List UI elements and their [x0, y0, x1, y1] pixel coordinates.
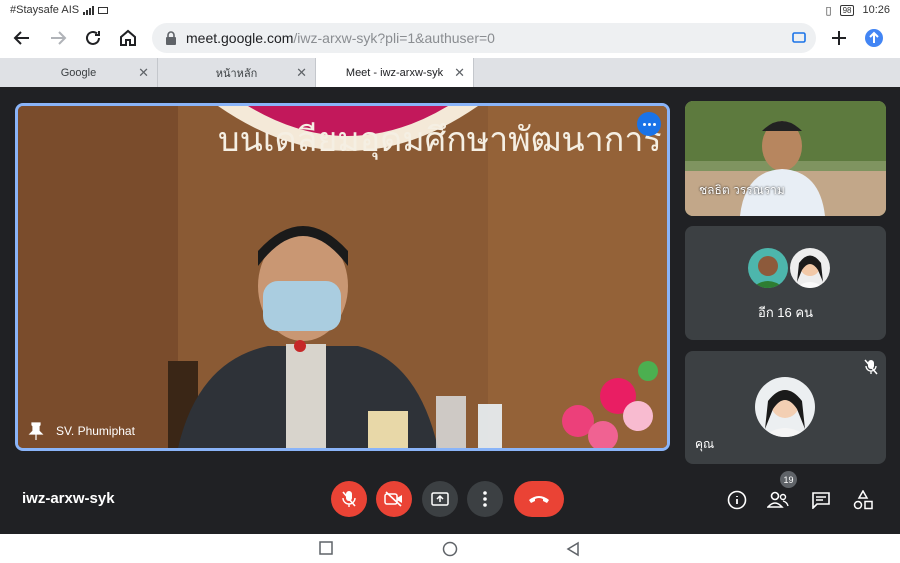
chat-button[interactable]	[810, 489, 832, 511]
forward-button[interactable]	[42, 22, 74, 54]
self-name: คุณ	[695, 437, 715, 451]
meeting-code: iwz-arxw-syk	[22, 490, 115, 507]
lock-icon	[166, 31, 176, 45]
self-tile[interactable]: คุณ	[685, 351, 886, 464]
new-tab-button[interactable]	[823, 22, 855, 54]
back-arrow-icon	[13, 31, 29, 45]
leave-call-button[interactable]	[514, 481, 564, 517]
status-bar: #Staysafe AIS ▯ 98 10:26	[0, 0, 900, 20]
vibrate-icon: ▯	[825, 4, 832, 17]
more-options-button[interactable]	[637, 112, 661, 136]
control-bar: iwz-arxw-syk 19	[0, 471, 900, 522]
mic-toggle-button[interactable]	[331, 481, 367, 517]
self-avatar	[755, 377, 815, 437]
hang-up-icon	[529, 496, 549, 503]
plus-icon	[832, 31, 846, 45]
avatar	[790, 248, 830, 288]
tab-meet[interactable]: Meet - iwz-arxw-syk ✕	[316, 58, 474, 87]
mic-off-icon	[342, 491, 356, 507]
tab-label: Meet - iwz-arxw-syk	[345, 66, 444, 79]
cast-icon[interactable]	[792, 31, 806, 45]
mic-off-icon	[864, 359, 878, 375]
chat-icon	[812, 492, 830, 509]
participant-name: ชลธิต วรรณราม	[699, 183, 785, 197]
activities-button[interactable]	[852, 489, 874, 511]
participants-button[interactable]	[767, 489, 789, 511]
info-icon	[727, 490, 747, 510]
home-button[interactable]	[112, 22, 144, 54]
more-vert-icon	[483, 491, 487, 507]
camera-off-icon	[384, 491, 402, 507]
banner-text: บนเดลียมอุดมศึกษาพัฒนาการ อุด	[218, 120, 667, 160]
update-button[interactable]	[858, 22, 890, 54]
main-video[interactable]: บนเดลียมอุดมศึกษาพัฒนาการ อุด SV. Phumip…	[15, 103, 670, 451]
home-circle-icon[interactable]	[442, 541, 458, 557]
back-triangle-icon[interactable]	[566, 541, 580, 557]
shapes-icon	[853, 490, 873, 510]
meet-area: บนเดลียมอุดมศึกษาพัฒนาการ อุด SV. Phumip…	[0, 87, 900, 534]
meeting-info-button[interactable]	[726, 489, 748, 511]
system-nav-bar	[0, 534, 900, 563]
tab-label: หน้าหลัก	[215, 67, 258, 80]
present-button[interactable]	[422, 481, 458, 517]
avatar	[748, 248, 788, 288]
camera-toggle-button[interactable]	[376, 481, 412, 517]
participant-tile[interactable]: ชลธิต วรรณราม	[685, 101, 886, 216]
tab-google[interactable]: Google ✕	[0, 58, 158, 87]
others-tile[interactable]: อีก 16 คน	[685, 226, 886, 340]
close-icon[interactable]: ✕	[296, 65, 307, 81]
battery-indicator: 98	[839, 4, 855, 16]
upload-circle-icon	[865, 29, 883, 47]
avatar-group	[748, 248, 830, 288]
url-field[interactable]: meet.google.com/iwz-arxw-syk?pli=1&authu…	[152, 23, 816, 53]
home-icon	[120, 29, 136, 46]
close-icon[interactable]: ✕	[454, 65, 465, 81]
url-domain: meet.google.com	[186, 30, 294, 46]
present-screen-icon	[431, 492, 449, 506]
others-count-label: อีก 16 คน	[758, 305, 813, 320]
forward-arrow-icon	[51, 31, 67, 45]
clock: 10:26	[862, 4, 890, 16]
tab-strip: Google ✕ หน้าหลัก ✕ Meet - iwz-arxw-syk …	[0, 58, 900, 87]
participants-count-badge: 19	[780, 471, 797, 488]
reload-button[interactable]	[77, 22, 109, 54]
address-bar: meet.google.com/iwz-arxw-syk?pli=1&authu…	[0, 20, 900, 56]
signal-icon	[83, 5, 95, 15]
reload-icon	[86, 30, 100, 45]
url-path: /iwz-arxw-syk?pli=1&authuser=0	[293, 30, 495, 46]
pin-icon	[28, 422, 44, 440]
people-icon	[767, 491, 789, 508]
carrier-label: #Staysafe AIS	[10, 4, 80, 16]
close-icon[interactable]: ✕	[138, 65, 149, 81]
back-button[interactable]	[6, 22, 38, 54]
speaker-video-frame: บนเดลียมอุดมศึกษาพัฒนาการ อุด	[18, 106, 667, 448]
speaker-name: SV. Phumiphat	[56, 424, 135, 438]
mail-icon	[98, 6, 109, 14]
recents-icon[interactable]	[319, 541, 333, 555]
tab-home[interactable]: หน้าหลัก ✕	[158, 58, 316, 87]
tab-label: Google	[60, 66, 97, 79]
more-options-button[interactable]	[467, 481, 503, 517]
